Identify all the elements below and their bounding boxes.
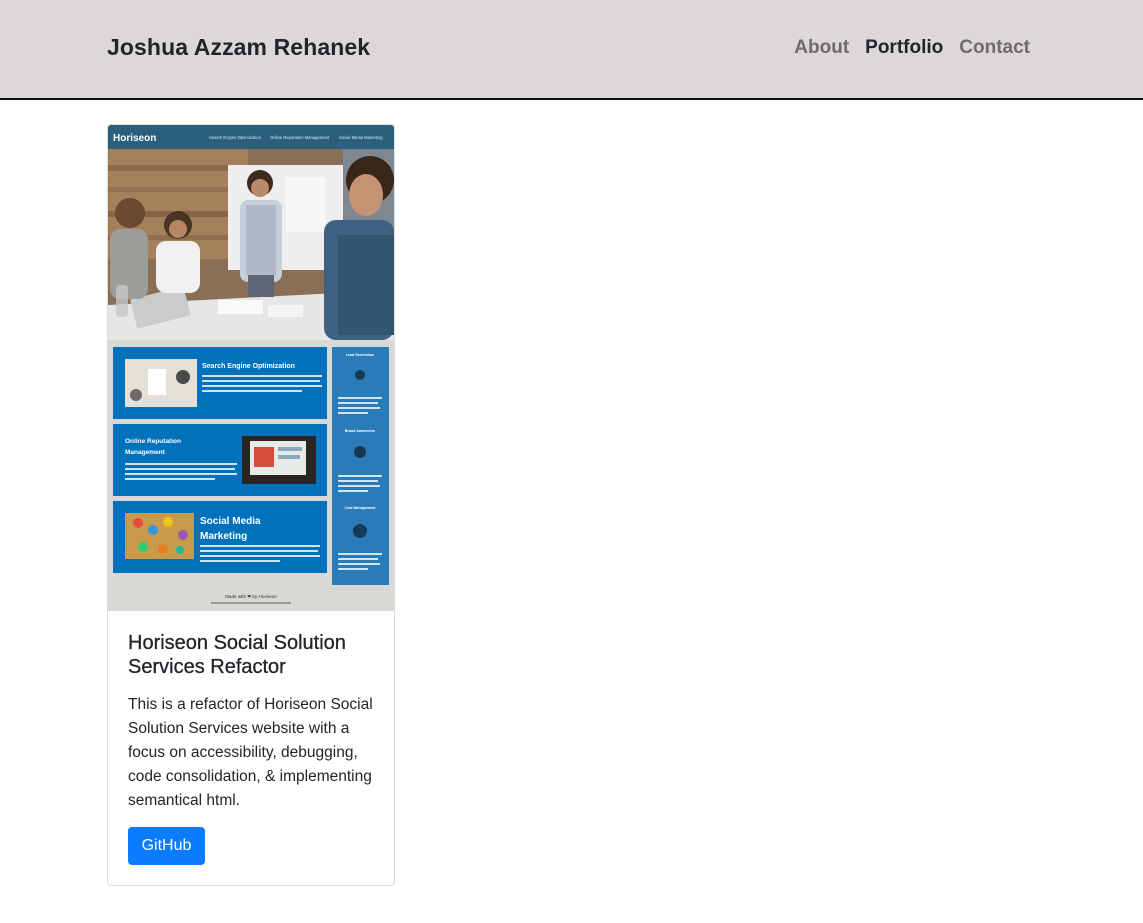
thumb-footer: Made with ❤ by Horiseon [225, 594, 277, 599]
card-body: Horiseon Social Solution Services Refact… [128, 631, 380, 813]
project-description: This is a refactor of Horiseon Social So… [128, 696, 373, 809]
github-button[interactable]: GitHub [128, 827, 205, 865]
main-nav: About Portfolio Contact [794, 37, 1030, 59]
project-card: Horiseon Search Engine Optimization Onli… [107, 124, 395, 886]
svg-text:Management: Management [125, 449, 166, 456]
project-thumbnail[interactable]: Horiseon Search Engine Optimization Onli… [108, 125, 394, 611]
nav-contact-link[interactable]: Contact [959, 37, 1030, 59]
brand-name[interactable]: Joshua Azzam Rehanek [107, 34, 370, 61]
project-title: Horiseon Social Solution Services Refact… [128, 632, 346, 678]
thumbnail-image: Horiseon Search Engine Optimization Onli… [108, 125, 394, 611]
nav-portfolio-link[interactable]: Portfolio [865, 37, 943, 59]
thumb-section-title: Search Engine Optimization [202, 363, 295, 370]
thumb-nav-item: Online Reputation Management [270, 135, 330, 140]
svg-text:Social Media: Social Media [200, 516, 261, 527]
thumb-sidebar: Lead Generation Brand Awareness Cost Man… [332, 347, 389, 585]
nav-about-link[interactable]: About [794, 37, 849, 59]
thumb-section-social: Social Media Marketing [113, 501, 327, 573]
thumb-sidebar-item: Lead Generation [346, 353, 374, 357]
thumb-sidebar-item: Cost Management [345, 506, 377, 510]
thumb-nav-item: Social Media Marketing [339, 135, 383, 140]
thumb-hero-photo [108, 149, 394, 340]
svg-text:Online Reputation: Online Reputation [125, 438, 181, 445]
thumb-section-reputation: Online Reputation Management [113, 424, 327, 496]
svg-text:Marketing: Marketing [200, 531, 247, 542]
site-header: Joshua Azzam Rehanek About Portfolio Con… [0, 0, 1143, 100]
thumb-nav-item: Search Engine Optimization [209, 135, 262, 140]
thumb-section-seo: Search Engine Optimization [113, 347, 327, 419]
thumb-site-logo: Horiseon [113, 133, 156, 144]
thumb-sidebar-item: Brand Awareness [345, 429, 375, 433]
